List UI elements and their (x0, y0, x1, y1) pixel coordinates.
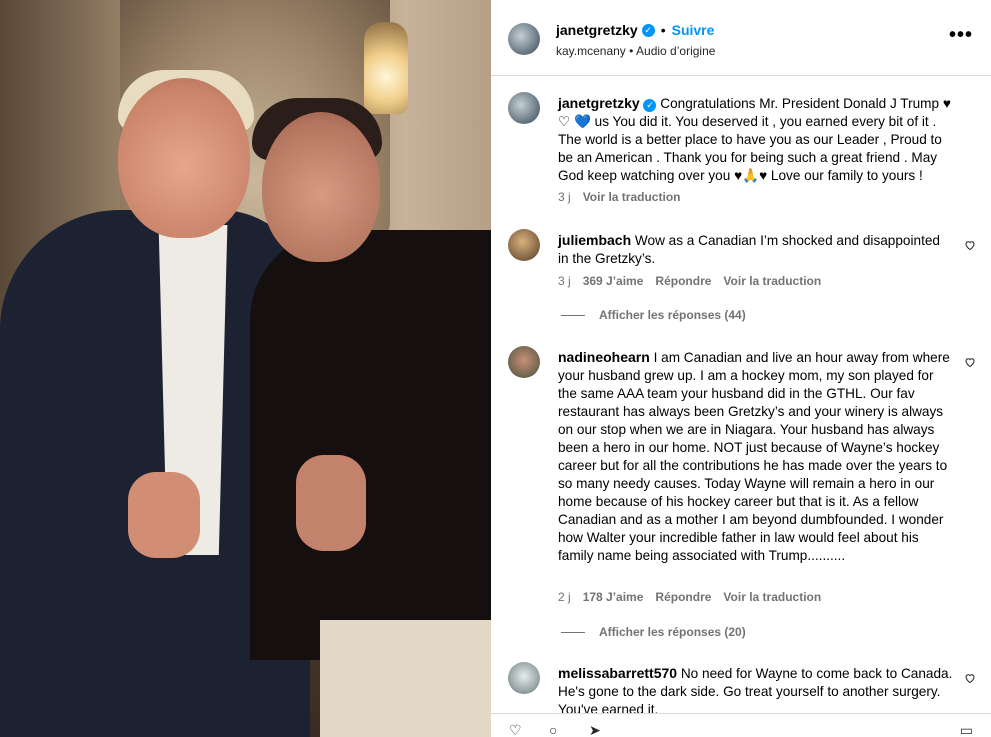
action-bar: ♡ ○ ➤ ▭ (491, 713, 991, 737)
commenter-avatar[interactable] (508, 346, 540, 378)
commenter-avatar[interactable] (508, 662, 540, 694)
comment-body: juliembach Wow as a Canadian I’m shocked… (558, 231, 953, 268)
translate-button[interactable]: Voir la traduction (723, 274, 821, 288)
replies-divider (561, 631, 585, 633)
comment-body: melissabarrett570 No need for Wayne to c… (558, 664, 953, 719)
caption-time[interactable]: 3 j (558, 190, 571, 204)
comment-username[interactable]: juliembach (558, 232, 631, 248)
photo-lantern (364, 22, 408, 114)
comment-username[interactable]: melissabarrett570 (558, 665, 677, 681)
comment-body: nadineohearn I am Canadian and live an h… (558, 348, 953, 565)
replies-divider (561, 314, 585, 316)
heart-outline-icon[interactable] (964, 672, 976, 684)
comment-meta: 2 j 178 J’aime Répondre Voir la traducti… (558, 590, 821, 604)
like-icon[interactable]: ♡ (509, 722, 522, 737)
reply-button[interactable]: Répondre (655, 274, 711, 288)
author-username[interactable]: janetgretzky (556, 22, 638, 38)
caption-avatar[interactable] (508, 92, 540, 124)
photo-person-right-sweater (250, 230, 491, 660)
photo-thumbs-up-left (128, 472, 200, 558)
caption-translate-button[interactable]: Voir la traduction (583, 190, 681, 204)
view-replies-label: Afficher les réponses (20) (599, 625, 746, 639)
post-side-panel: janetgretzky ✓ • Suivre kay.mcenany • Au… (491, 0, 991, 737)
share-icon[interactable]: ➤ (589, 722, 601, 737)
post-image[interactable] (0, 0, 491, 737)
comment-text: I am Canadian and live an hour away from… (558, 350, 950, 563)
audio-line: kay.mcenany • Audio d’origine (556, 44, 715, 58)
caption-username[interactable]: janetgretzky (558, 95, 640, 111)
reply-button[interactable]: Répondre (655, 590, 711, 604)
comment-icon[interactable]: ○ (549, 722, 557, 737)
author-avatar[interactable] (508, 23, 540, 55)
comment-likes[interactable]: 178 J’aime (583, 590, 644, 604)
save-icon[interactable]: ▭ (960, 722, 973, 737)
follow-button[interactable]: Suivre (672, 22, 715, 38)
heart-outline-icon[interactable] (964, 239, 976, 251)
comment-likes[interactable]: 369 J’aime (583, 274, 644, 288)
caption-body: janetgretzky ✓ Congratulations Mr. Presi… (558, 94, 953, 185)
photo-person-left-face (118, 78, 250, 238)
photo-person-right-pants (320, 620, 491, 737)
post-header: janetgretzky ✓ • Suivre kay.mcenany • Au… (491, 0, 991, 76)
verified-badge-icon: ✓ (641, 23, 655, 37)
heart-outline-icon[interactable] (964, 356, 976, 368)
more-horizontal-icon[interactable]: ••• (949, 25, 973, 45)
separator-dot: • (660, 22, 666, 38)
comment-meta: 3 j 369 J’aime Répondre Voir la traducti… (558, 274, 821, 288)
caption-meta: 3 j Voir la traduction (558, 190, 680, 204)
translate-button[interactable]: Voir la traduction (723, 590, 821, 604)
comment-time[interactable]: 3 j (558, 274, 571, 288)
author-line: janetgretzky ✓ • Suivre (556, 22, 714, 38)
view-replies-button[interactable]: Afficher les réponses (44) (561, 308, 746, 322)
view-replies-button[interactable]: Afficher les réponses (20) (561, 625, 746, 639)
commenter-avatar[interactable] (508, 229, 540, 261)
comment-time[interactable]: 2 j (558, 590, 571, 604)
photo-thumbs-up-right (296, 455, 366, 551)
comment-username[interactable]: nadineohearn (558, 349, 650, 365)
audio-user-link[interactable]: kay.mcenany (556, 44, 626, 58)
view-replies-label: Afficher les réponses (44) (599, 308, 746, 322)
photo-person-right-face (262, 112, 380, 262)
separator-dot: • (629, 44, 637, 58)
verified-badge-icon: ✓ (643, 99, 657, 112)
audio-link[interactable]: Audio d’origine (636, 44, 715, 58)
